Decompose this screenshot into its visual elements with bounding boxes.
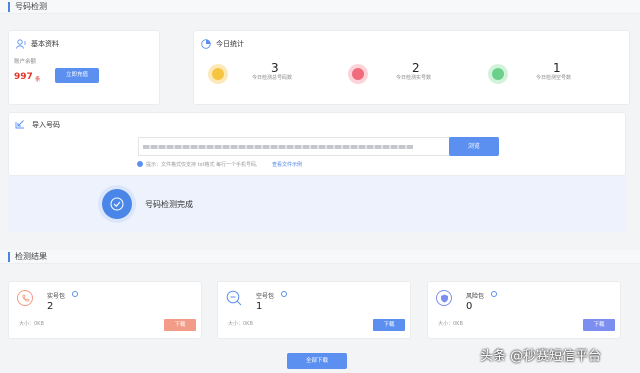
download-empty-button[interactable]: 下载: [373, 319, 405, 331]
info-icon: [72, 291, 78, 297]
stat-total-icon: [208, 64, 228, 84]
info-icon: [137, 161, 143, 167]
download-risk-button[interactable]: 下载: [583, 319, 615, 331]
result-real-size: 大小：0KB: [19, 321, 44, 327]
import-hint: 提示：文件格式仅支持 txt格式 每行一个手机号码,: [146, 162, 258, 168]
progress-status: 号码检测完成: [145, 200, 193, 209]
today-stats-title: 今日统计: [216, 40, 244, 48]
recharge-button[interactable]: 立即充值: [55, 68, 99, 83]
browse-button[interactable]: 浏览: [449, 137, 499, 156]
file-path-blurred: [143, 145, 413, 149]
result-real-name: 实号包: [47, 293, 66, 300]
phone-icon: [17, 290, 33, 306]
stat-total-label: 今日检测总号码数: [252, 75, 293, 81]
section-header-results: 检测结果: [0, 250, 640, 264]
balance-value: 997: [14, 72, 33, 82]
result-empty-name: 空号包: [256, 293, 275, 300]
section-title: 号码检测: [8, 2, 47, 12]
watermark: 头条 @秒赛短信平台: [480, 349, 602, 364]
shield-icon: [436, 290, 452, 306]
stat-empty-label: 今日检测空号数: [536, 75, 572, 81]
balance-unit: 条: [35, 77, 41, 83]
result-risk-count: 0: [466, 301, 473, 312]
stat-real-icon: [348, 64, 368, 84]
download-real-button[interactable]: 下载: [164, 319, 196, 331]
result-risk-size: 大小：0KB: [438, 321, 463, 327]
pie-chart-icon: [201, 39, 211, 49]
basic-info-title: 基本资料: [31, 40, 59, 48]
stat-total-value: 3: [271, 61, 279, 75]
search-icon: [226, 290, 242, 306]
section-title: 检测结果: [8, 252, 47, 262]
result-real-count: 2: [47, 301, 54, 312]
progress-panel: 号码检测完成: [8, 176, 626, 232]
info-icon: [491, 291, 497, 297]
result-card-empty: 空号包 1 大小：0KB 下载: [217, 281, 411, 339]
stat-real-label: 今日检测实号数: [396, 75, 432, 81]
user-icon: [16, 39, 26, 49]
check-icon: [109, 197, 125, 211]
balance-label: 账户余额: [14, 59, 37, 65]
progress-ring: [98, 185, 136, 223]
stat-empty-icon: [488, 64, 508, 84]
result-empty-size: 大小：0KB: [228, 321, 253, 327]
result-card-real: 实号包 2 大小：0KB 下载: [8, 281, 202, 339]
result-risk-name: 风险包: [466, 293, 485, 300]
stat-empty-value: 1: [553, 61, 561, 75]
basic-info-card: 基本资料 账户余额 997 条 立即充值: [8, 30, 160, 105]
download-all-button[interactable]: 全部下载: [287, 353, 347, 369]
today-stats-card: 今日统计 3 今日检测总号码数 2 今日检测实号数 1 今日检测空号数: [193, 30, 630, 105]
result-empty-count: 1: [256, 301, 263, 312]
import-title: 导入号码: [32, 121, 60, 129]
file-input[interactable]: [138, 137, 450, 156]
section-header-detect: 号码检测: [0, 0, 640, 14]
info-icon: [281, 291, 287, 297]
stat-real-value: 2: [412, 61, 420, 75]
result-card-risk: 风险包 0 大小：0KB 下载: [427, 281, 621, 339]
example-link[interactable]: 查看文件示例: [272, 161, 302, 168]
import-icon: [15, 119, 25, 129]
